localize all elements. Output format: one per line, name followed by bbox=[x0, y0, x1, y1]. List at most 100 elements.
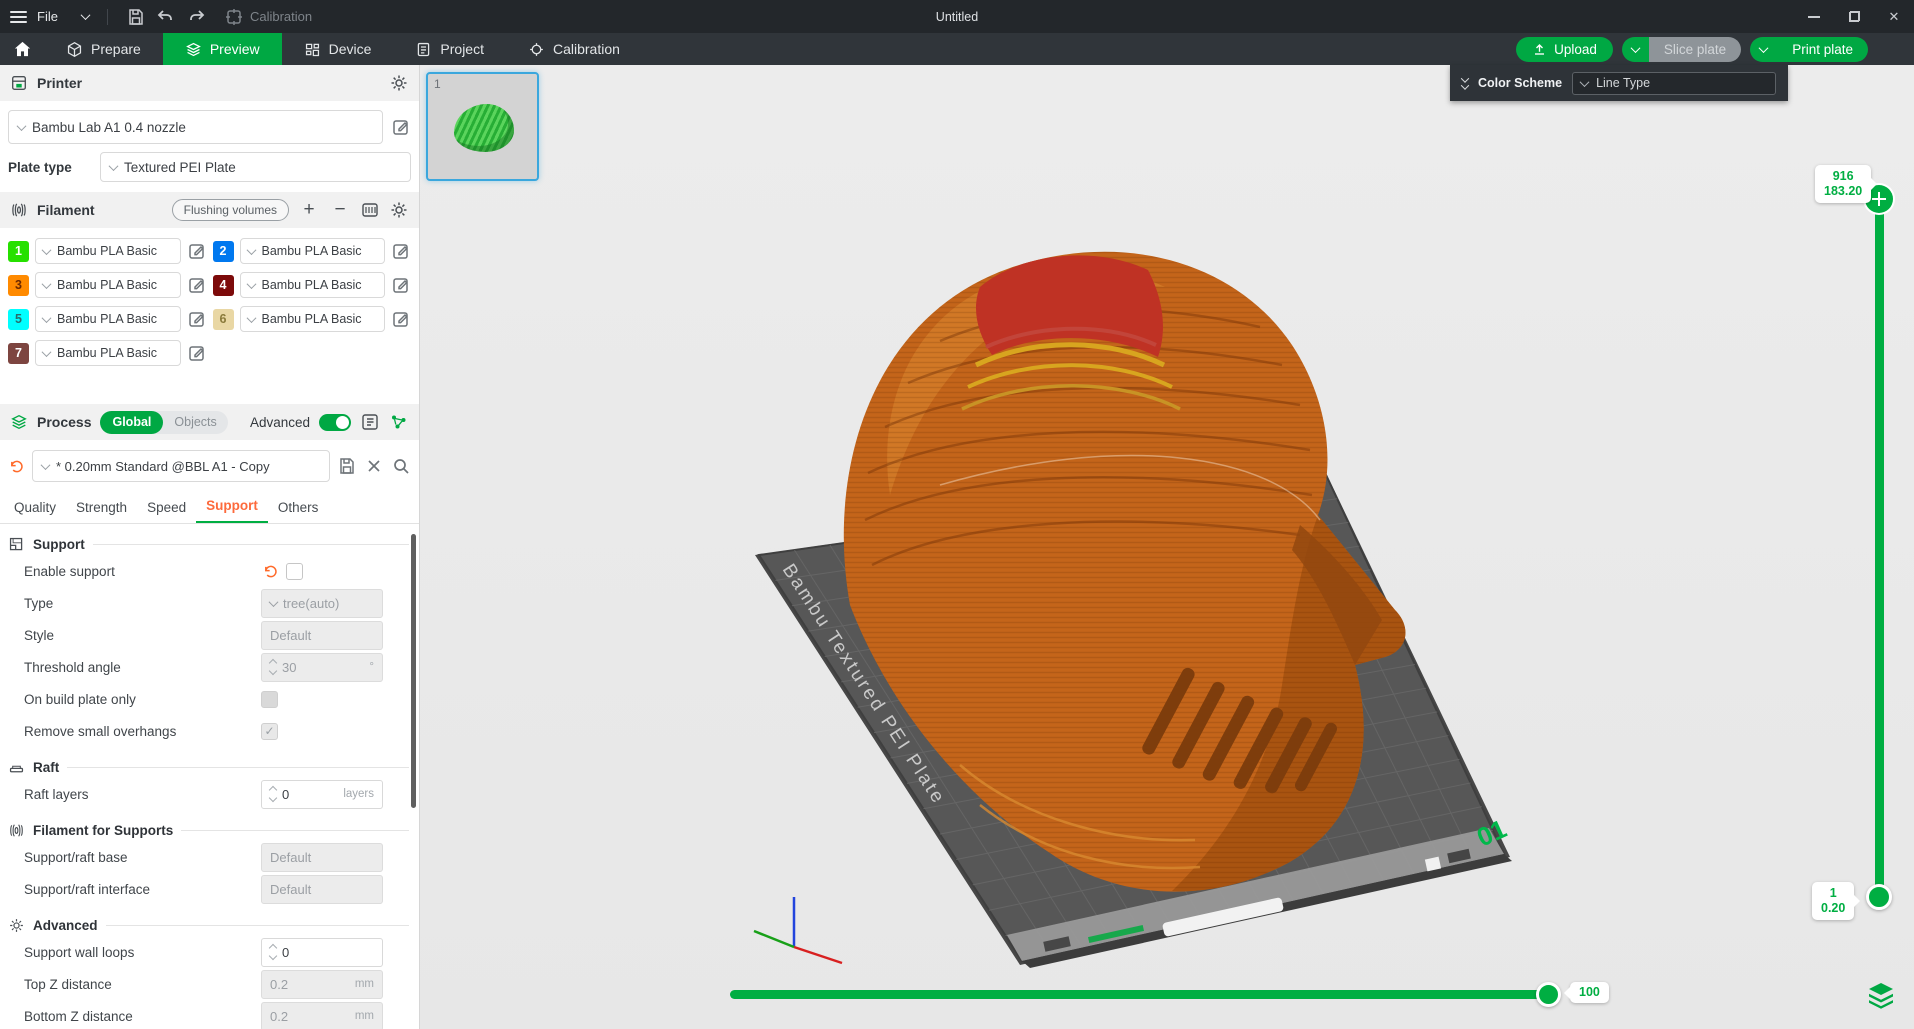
redo-icon[interactable] bbox=[186, 7, 206, 27]
ams-icon[interactable] bbox=[360, 200, 380, 220]
edit-filament-icon[interactable] bbox=[187, 343, 207, 363]
viewport-3d[interactable]: Bambu Textured PEI Plate 01 bbox=[420, 65, 1914, 1029]
edit-filament-icon[interactable] bbox=[391, 309, 411, 329]
spinner-arrows-icon[interactable] bbox=[270, 787, 276, 801]
edit-printer-icon[interactable] bbox=[391, 117, 411, 137]
panel-scrollbar[interactable] bbox=[411, 534, 416, 808]
flushing-volumes-button[interactable]: Flushing volumes bbox=[172, 199, 289, 221]
filament-color-swatch[interactable]: 5 bbox=[8, 309, 29, 330]
tab-others[interactable]: Others bbox=[268, 494, 329, 523]
on-build-plate-only-checkbox[interactable] bbox=[261, 691, 278, 708]
undo-icon[interactable] bbox=[156, 7, 176, 27]
bottom-z-distance-input[interactable]: 0.2 mm bbox=[261, 1002, 383, 1029]
home-button[interactable] bbox=[0, 33, 44, 65]
filament-color-swatch[interactable]: 1 bbox=[8, 241, 29, 262]
color-scheme-label: Color Scheme bbox=[1478, 76, 1562, 90]
edit-filament-icon[interactable] bbox=[391, 275, 411, 295]
filament-select[interactable]: Bambu PLA Basic bbox=[35, 340, 181, 366]
plate-type-select[interactable]: Textured PEI Plate bbox=[100, 152, 411, 182]
enable-support-checkbox[interactable] bbox=[286, 563, 303, 580]
tab-device[interactable]: Device bbox=[282, 33, 394, 65]
cube-icon bbox=[66, 41, 83, 58]
filament-color-swatch[interactable]: 3 bbox=[8, 275, 29, 296]
filament-color-swatch[interactable]: 7 bbox=[8, 343, 29, 364]
tab-calibration[interactable]: Calibration bbox=[506, 33, 642, 65]
slice-plate-button[interactable]: Slice plate bbox=[1649, 37, 1741, 62]
titlebar-calibration[interactable]: Calibration bbox=[224, 7, 312, 27]
edit-filament-icon[interactable] bbox=[187, 309, 207, 329]
color-scheme-select[interactable]: Line Type bbox=[1572, 72, 1776, 95]
printer-preset-select[interactable]: Bambu Lab A1 0.4 nozzle bbox=[8, 110, 383, 144]
filament-settings-gear-icon[interactable] bbox=[389, 200, 409, 220]
tab-support[interactable]: Support bbox=[196, 492, 268, 523]
reset-preset-icon[interactable] bbox=[8, 458, 25, 475]
search-icon[interactable] bbox=[391, 456, 411, 476]
close-button[interactable] bbox=[1874, 0, 1914, 33]
support-raft-interface-select[interactable]: Default bbox=[261, 875, 383, 904]
layer-slider-track[interactable] bbox=[1875, 199, 1884, 897]
filament-select[interactable]: Bambu PLA Basic bbox=[240, 306, 386, 332]
top-z-distance-input[interactable]: 0.2 mm bbox=[261, 970, 383, 999]
setting-enable-support: Enable support bbox=[0, 555, 419, 587]
section-title: Advanced bbox=[33, 918, 98, 933]
add-filament-button[interactable]: + bbox=[298, 199, 320, 221]
tab-project[interactable]: Project bbox=[393, 33, 506, 65]
chevron-down-icon[interactable] bbox=[81, 10, 91, 20]
upload-button[interactable]: Upload bbox=[1516, 37, 1613, 62]
scope-toggle[interactable]: Global Objects bbox=[100, 411, 227, 434]
move-slider-handle[interactable] bbox=[1536, 982, 1561, 1007]
filament-select[interactable]: Bambu PLA Basic bbox=[35, 306, 181, 332]
edit-filament-icon[interactable] bbox=[187, 241, 207, 261]
layers-view-icon[interactable] bbox=[1866, 980, 1896, 1010]
support-type-select[interactable]: tree(auto) bbox=[261, 589, 383, 618]
tab-preview[interactable]: Preview bbox=[163, 33, 282, 65]
tab-quality[interactable]: Quality bbox=[4, 494, 66, 523]
save-preset-icon[interactable] bbox=[337, 456, 357, 476]
parameter-table-icon[interactable] bbox=[360, 412, 380, 432]
tab-strength[interactable]: Strength bbox=[66, 494, 137, 523]
advanced-toggle[interactable] bbox=[319, 414, 351, 431]
print-plate-button[interactable]: Print plate bbox=[1777, 37, 1868, 62]
filament-color-swatch[interactable]: 6 bbox=[213, 309, 234, 330]
setting-threshold-angle: Threshold angle 30 ° bbox=[0, 651, 419, 683]
revert-icon[interactable] bbox=[262, 563, 279, 580]
process-preset-select[interactable]: * 0.20mm Standard @BBL A1 - Copy bbox=[32, 450, 330, 482]
maximize-button[interactable] bbox=[1834, 0, 1874, 33]
printer-settings-gear-icon[interactable] bbox=[389, 73, 409, 93]
menu-icon[interactable] bbox=[10, 11, 27, 23]
file-menu[interactable]: File bbox=[37, 9, 58, 24]
delete-preset-icon[interactable] bbox=[364, 456, 384, 476]
scope-global[interactable]: Global bbox=[100, 411, 163, 434]
tab-speed[interactable]: Speed bbox=[137, 494, 196, 523]
filament-select[interactable]: Bambu PLA Basic bbox=[240, 238, 386, 264]
filament-select[interactable]: Bambu PLA Basic bbox=[35, 272, 181, 298]
remove-filament-button[interactable]: − bbox=[329, 199, 351, 221]
edit-filament-icon[interactable] bbox=[391, 241, 411, 261]
edit-filament-icon[interactable] bbox=[187, 275, 207, 295]
minimize-button[interactable] bbox=[1794, 0, 1834, 33]
tab-prepare[interactable]: Prepare bbox=[44, 33, 163, 65]
filament-select[interactable]: Bambu PLA Basic bbox=[35, 238, 181, 264]
support-style-select[interactable]: Default bbox=[261, 621, 383, 650]
objects-structure-icon[interactable] bbox=[389, 412, 409, 432]
scope-objects[interactable]: Objects bbox=[163, 415, 227, 429]
setting-remove-small-overhangs: Remove small overhangs bbox=[0, 715, 419, 747]
threshold-angle-spinner[interactable]: 30 ° bbox=[261, 653, 383, 682]
raft-layers-spinner[interactable]: 0 layers bbox=[261, 780, 383, 809]
collapse-chevrons-icon[interactable] bbox=[1462, 77, 1468, 90]
remove-small-overhangs-checkbox[interactable] bbox=[261, 723, 278, 740]
spinner-arrows-icon[interactable] bbox=[270, 660, 276, 674]
plate-thumbnail-number: 1 bbox=[434, 77, 441, 91]
filament-color-swatch[interactable]: 2 bbox=[213, 241, 234, 262]
support-wall-loops-spinner[interactable]: 0 bbox=[261, 938, 383, 967]
slice-dropdown-button[interactable] bbox=[1622, 37, 1649, 62]
save-icon[interactable] bbox=[126, 7, 146, 27]
spinner-arrows-icon[interactable] bbox=[270, 945, 276, 959]
support-raft-base-select[interactable]: Default bbox=[261, 843, 383, 872]
filament-color-swatch[interactable]: 4 bbox=[213, 275, 234, 296]
move-slider-track[interactable] bbox=[730, 990, 1550, 999]
filament-select[interactable]: Bambu PLA Basic bbox=[240, 272, 386, 298]
print-dropdown-button[interactable] bbox=[1750, 37, 1777, 62]
layer-slider-handle[interactable] bbox=[1866, 884, 1892, 910]
plate-thumbnail[interactable]: 1 bbox=[426, 72, 539, 181]
